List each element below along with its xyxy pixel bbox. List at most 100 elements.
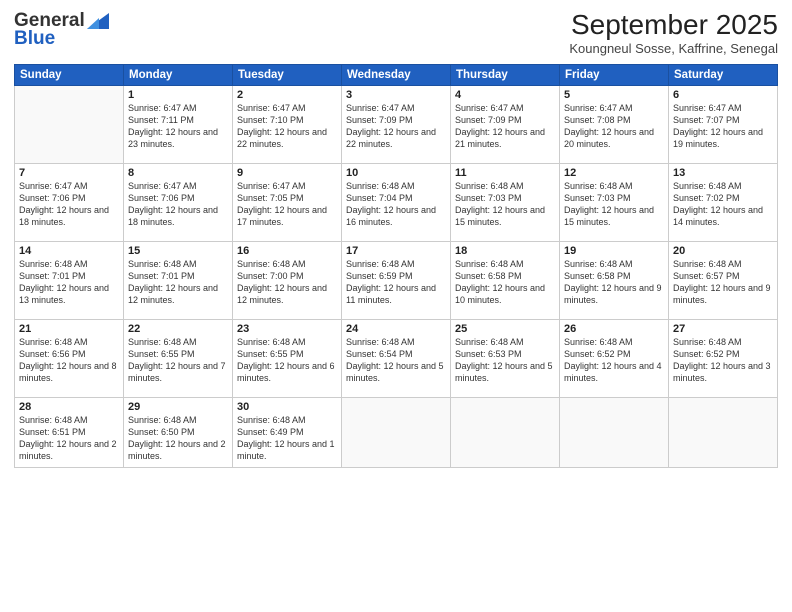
table-row: 7Sunrise: 6:47 AMSunset: 7:06 PMDaylight… — [15, 163, 124, 241]
table-row — [669, 397, 778, 467]
calendar-header-row: Sunday Monday Tuesday Wednesday Thursday… — [15, 64, 778, 85]
day-info: Sunrise: 6:48 AMSunset: 6:58 PMDaylight:… — [455, 258, 555, 307]
day-info: Sunrise: 6:48 AMSunset: 7:03 PMDaylight:… — [455, 180, 555, 229]
day-info: Sunrise: 6:47 AMSunset: 7:10 PMDaylight:… — [237, 102, 337, 151]
table-row: 30Sunrise: 6:48 AMSunset: 6:49 PMDayligh… — [233, 397, 342, 467]
day-info: Sunrise: 6:48 AMSunset: 6:55 PMDaylight:… — [128, 336, 228, 385]
day-number: 21 — [19, 323, 119, 335]
day-info: Sunrise: 6:48 AMSunset: 7:03 PMDaylight:… — [564, 180, 664, 229]
day-number: 30 — [237, 401, 337, 413]
day-number: 6 — [673, 89, 773, 101]
header: General Blue September 2025 Koungneul So… — [14, 10, 778, 56]
day-number: 4 — [455, 89, 555, 101]
table-row: 3Sunrise: 6:47 AMSunset: 7:09 PMDaylight… — [342, 85, 451, 163]
day-number: 12 — [564, 167, 664, 179]
day-number: 24 — [346, 323, 446, 335]
logo-icon — [87, 13, 109, 29]
table-row: 18Sunrise: 6:48 AMSunset: 6:58 PMDayligh… — [451, 241, 560, 319]
day-number: 16 — [237, 245, 337, 257]
table-row: 29Sunrise: 6:48 AMSunset: 6:50 PMDayligh… — [124, 397, 233, 467]
day-info: Sunrise: 6:47 AMSunset: 7:05 PMDaylight:… — [237, 180, 337, 229]
table-row: 21Sunrise: 6:48 AMSunset: 6:56 PMDayligh… — [15, 319, 124, 397]
page: General Blue September 2025 Koungneul So… — [0, 0, 792, 612]
day-info: Sunrise: 6:48 AMSunset: 6:59 PMDaylight:… — [346, 258, 446, 307]
col-sunday: Sunday — [15, 64, 124, 85]
day-number: 5 — [564, 89, 664, 101]
day-number: 25 — [455, 323, 555, 335]
day-info: Sunrise: 6:48 AMSunset: 6:53 PMDaylight:… — [455, 336, 555, 385]
col-saturday: Saturday — [669, 64, 778, 85]
day-info: Sunrise: 6:48 AMSunset: 6:58 PMDaylight:… — [564, 258, 664, 307]
day-info: Sunrise: 6:48 AMSunset: 6:50 PMDaylight:… — [128, 414, 228, 463]
table-row — [560, 397, 669, 467]
day-info: Sunrise: 6:47 AMSunset: 7:08 PMDaylight:… — [564, 102, 664, 151]
title-section: September 2025 Koungneul Sosse, Kaffrine… — [569, 10, 778, 56]
location-subtitle: Koungneul Sosse, Kaffrine, Senegal — [569, 41, 778, 56]
logo: General Blue — [14, 10, 109, 50]
day-info: Sunrise: 6:47 AMSunset: 7:11 PMDaylight:… — [128, 102, 228, 151]
table-row: 28Sunrise: 6:48 AMSunset: 6:51 PMDayligh… — [15, 397, 124, 467]
col-wednesday: Wednesday — [342, 64, 451, 85]
day-info: Sunrise: 6:48 AMSunset: 7:02 PMDaylight:… — [673, 180, 773, 229]
day-number: 22 — [128, 323, 228, 335]
table-row: 26Sunrise: 6:48 AMSunset: 6:52 PMDayligh… — [560, 319, 669, 397]
table-row: 27Sunrise: 6:48 AMSunset: 6:52 PMDayligh… — [669, 319, 778, 397]
table-row: 6Sunrise: 6:47 AMSunset: 7:07 PMDaylight… — [669, 85, 778, 163]
day-info: Sunrise: 6:47 AMSunset: 7:09 PMDaylight:… — [455, 102, 555, 151]
table-row: 25Sunrise: 6:48 AMSunset: 6:53 PMDayligh… — [451, 319, 560, 397]
day-number: 28 — [19, 401, 119, 413]
table-row — [451, 397, 560, 467]
table-row: 15Sunrise: 6:48 AMSunset: 7:01 PMDayligh… — [124, 241, 233, 319]
col-friday: Friday — [560, 64, 669, 85]
table-row: 24Sunrise: 6:48 AMSunset: 6:54 PMDayligh… — [342, 319, 451, 397]
day-info: Sunrise: 6:48 AMSunset: 6:51 PMDaylight:… — [19, 414, 119, 463]
day-number: 26 — [564, 323, 664, 335]
day-number: 17 — [346, 245, 446, 257]
table-row — [15, 85, 124, 163]
day-info: Sunrise: 6:48 AMSunset: 6:52 PMDaylight:… — [564, 336, 664, 385]
col-thursday: Thursday — [451, 64, 560, 85]
logo-blue: Blue — [14, 28, 55, 50]
table-row: 5Sunrise: 6:47 AMSunset: 7:08 PMDaylight… — [560, 85, 669, 163]
table-row: 4Sunrise: 6:47 AMSunset: 7:09 PMDaylight… — [451, 85, 560, 163]
table-row: 2Sunrise: 6:47 AMSunset: 7:10 PMDaylight… — [233, 85, 342, 163]
day-info: Sunrise: 6:48 AMSunset: 7:00 PMDaylight:… — [237, 258, 337, 307]
day-info: Sunrise: 6:48 AMSunset: 7:01 PMDaylight:… — [19, 258, 119, 307]
day-info: Sunrise: 6:47 AMSunset: 7:09 PMDaylight:… — [346, 102, 446, 151]
table-row: 1Sunrise: 6:47 AMSunset: 7:11 PMDaylight… — [124, 85, 233, 163]
day-info: Sunrise: 6:47 AMSunset: 7:07 PMDaylight:… — [673, 102, 773, 151]
col-monday: Monday — [124, 64, 233, 85]
day-info: Sunrise: 6:48 AMSunset: 7:01 PMDaylight:… — [128, 258, 228, 307]
day-number: 27 — [673, 323, 773, 335]
month-title: September 2025 — [569, 10, 778, 41]
day-info: Sunrise: 6:47 AMSunset: 7:06 PMDaylight:… — [128, 180, 228, 229]
table-row: 23Sunrise: 6:48 AMSunset: 6:55 PMDayligh… — [233, 319, 342, 397]
day-number: 10 — [346, 167, 446, 179]
day-number: 18 — [455, 245, 555, 257]
day-number: 7 — [19, 167, 119, 179]
table-row: 9Sunrise: 6:47 AMSunset: 7:05 PMDaylight… — [233, 163, 342, 241]
day-info: Sunrise: 6:48 AMSunset: 6:54 PMDaylight:… — [346, 336, 446, 385]
day-number: 19 — [564, 245, 664, 257]
day-info: Sunrise: 6:48 AMSunset: 6:55 PMDaylight:… — [237, 336, 337, 385]
col-tuesday: Tuesday — [233, 64, 342, 85]
table-row: 11Sunrise: 6:48 AMSunset: 7:03 PMDayligh… — [451, 163, 560, 241]
table-row: 16Sunrise: 6:48 AMSunset: 7:00 PMDayligh… — [233, 241, 342, 319]
table-row: 12Sunrise: 6:48 AMSunset: 7:03 PMDayligh… — [560, 163, 669, 241]
table-row: 22Sunrise: 6:48 AMSunset: 6:55 PMDayligh… — [124, 319, 233, 397]
day-number: 23 — [237, 323, 337, 335]
day-number: 11 — [455, 167, 555, 179]
day-number: 13 — [673, 167, 773, 179]
day-number: 2 — [237, 89, 337, 101]
day-info: Sunrise: 6:48 AMSunset: 7:04 PMDaylight:… — [346, 180, 446, 229]
day-number: 3 — [346, 89, 446, 101]
day-number: 14 — [19, 245, 119, 257]
day-number: 15 — [128, 245, 228, 257]
table-row — [342, 397, 451, 467]
table-row: 8Sunrise: 6:47 AMSunset: 7:06 PMDaylight… — [124, 163, 233, 241]
table-row: 19Sunrise: 6:48 AMSunset: 6:58 PMDayligh… — [560, 241, 669, 319]
day-info: Sunrise: 6:48 AMSunset: 6:56 PMDaylight:… — [19, 336, 119, 385]
day-number: 8 — [128, 167, 228, 179]
table-row: 14Sunrise: 6:48 AMSunset: 7:01 PMDayligh… — [15, 241, 124, 319]
day-number: 9 — [237, 167, 337, 179]
